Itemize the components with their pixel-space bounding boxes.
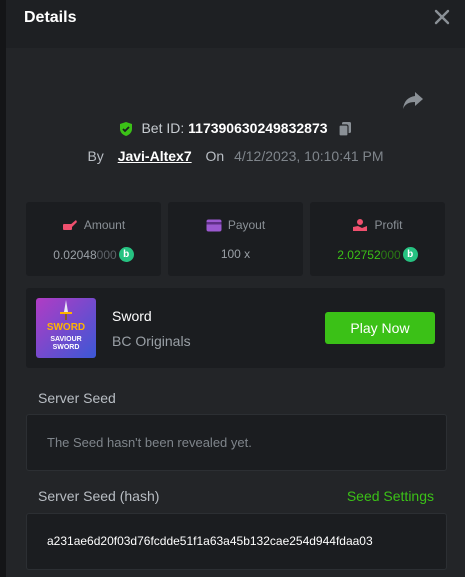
- payout-value: 100 x: [220, 247, 251, 261]
- amount-value-trail: 000: [96, 248, 117, 262]
- payout-label-wrap: Payout: [168, 218, 303, 232]
- game-name: Sword: [112, 308, 152, 324]
- server-seed-text: The Seed hasn't been revealed yet.: [47, 435, 252, 450]
- profit-card: Profit 2.02752000 b: [310, 202, 445, 276]
- server-seed-hash-label: Server Seed (hash): [38, 488, 160, 504]
- amount-value-main: 0.02048: [53, 248, 97, 262]
- profit-value-main: 2.02752: [337, 248, 381, 262]
- profit-value: 2.02752000 b: [310, 247, 445, 262]
- by-label: By: [87, 148, 104, 164]
- copy-icon[interactable]: [337, 121, 353, 137]
- amount-label: Amount: [83, 218, 126, 232]
- amount-icon: [62, 220, 77, 230]
- server-seed-box: The Seed hasn't been revealed yet.: [26, 414, 447, 471]
- amount-value: 0.02048000 b: [26, 247, 161, 262]
- server-seed-label: Server Seed: [38, 390, 116, 406]
- close-icon[interactable]: [433, 8, 451, 26]
- bet-id-value: 117390630249832873: [188, 120, 328, 136]
- bet-id-row: Bet ID: 117390630249832873: [6, 120, 465, 137]
- profit-label: Profit: [374, 218, 403, 232]
- play-now-button[interactable]: Play Now: [325, 312, 435, 344]
- modal-title: Details: [24, 9, 77, 26]
- bet-id-label: Bet ID:: [141, 120, 185, 136]
- user-link[interactable]: Javi-Altex7: [118, 148, 192, 164]
- game-card: SWORD SAVIOUR SWORD Sword BC Originals P…: [26, 288, 445, 368]
- coin-letter: b: [123, 249, 130, 260]
- coin-letter: b: [407, 249, 414, 260]
- thumb-title: SWORD: [46, 322, 86, 333]
- verified-shield-icon: [119, 122, 132, 137]
- on-label: On: [205, 148, 225, 164]
- bet-date: 4/12/2023, 10:10:41 PM: [234, 148, 384, 164]
- coin-icon: b: [118, 247, 134, 262]
- profit-label-wrap: Profit: [310, 218, 445, 232]
- server-seed-hash-box[interactable]: a231ae6d20f03d76fcdde51f1a63a45b132cae25…: [26, 513, 447, 570]
- amount-label-wrap: Amount: [26, 218, 161, 232]
- game-provider: BC Originals: [112, 333, 191, 349]
- seed-settings-link[interactable]: Seed Settings: [347, 488, 434, 504]
- stats-row: Amount 0.02048000 b Payout 100 x Profit 2…: [26, 202, 445, 276]
- coin-icon: b: [402, 247, 418, 262]
- thumb-subtitle: SAVIOUR SWORD: [50, 336, 82, 351]
- payout-icon: [206, 219, 222, 232]
- profit-value-trail: 000: [380, 248, 401, 262]
- share-icon[interactable]: [402, 90, 424, 110]
- modal-header: Details: [6, 0, 465, 48]
- details-modal: Details Bet ID: 117390630249832873 By Ja…: [6, 0, 465, 577]
- amount-card: Amount 0.02048000 b: [26, 202, 161, 276]
- payout-label: Payout: [227, 218, 266, 232]
- payout-card: Payout 100 x: [168, 202, 303, 276]
- server-seed-hash-value: a231ae6d20f03d76fcdde51f1a63a45b132cae25…: [47, 534, 373, 548]
- sword-icon: [60, 300, 72, 320]
- bet-meta-row: By Javi-Altex7 On 4/12/2023, 10:10:41 PM: [6, 148, 465, 164]
- game-thumbnail[interactable]: SWORD SAVIOUR SWORD: [36, 298, 96, 358]
- profit-icon: [353, 219, 368, 231]
